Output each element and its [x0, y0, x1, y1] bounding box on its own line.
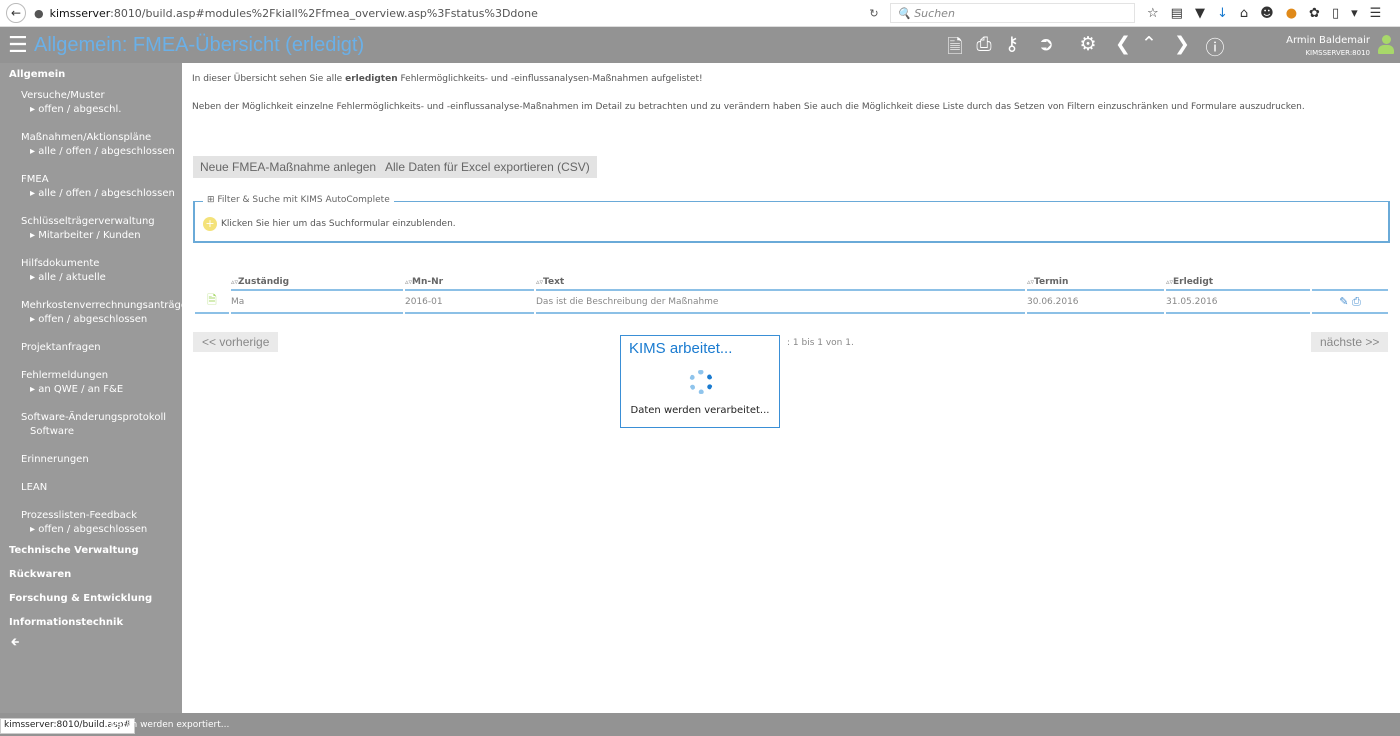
sidebar-group[interactable]: Technische Verwaltung — [0, 539, 182, 563]
clipboard-icon[interactable]: ▯ — [1332, 6, 1339, 21]
chevron-left-icon[interactable]: ❮ — [1110, 33, 1136, 65]
sidebar: Allgemein Versuche/Muster ▸ offen / abges… — [0, 63, 187, 713]
show-search-form-link[interactable]: + Klicken Sie hier um das Suchformular ei… — [203, 217, 456, 231]
sidebar-group-allgemein[interactable]: Allgemein — [0, 63, 182, 87]
user-info[interactable]: Armin Baldemair KIMSSERVER:8010 — [1286, 35, 1370, 59]
loading-dialog: KIMS arbeitet... Daten werden verarbeite… — [620, 335, 780, 428]
reload-button[interactable]: ↻ — [864, 7, 884, 20]
addon-icon[interactable]: ✿ — [1309, 6, 1320, 21]
edit-pencil-icon[interactable]: ✎ — [1339, 295, 1348, 308]
intro-text-2: Neben der Möglichkeit einzelne Fehlermög… — [192, 102, 1305, 112]
logout-icon[interactable]: ➲ — [1026, 33, 1066, 65]
col-header-termin[interactable]: ▵▿Termin — [1027, 275, 1164, 291]
browser-toolbar: ← ● kimsserver:8010/build.asp#modules%2Fk… — [0, 0, 1400, 27]
download-icon[interactable]: ↓ — [1217, 6, 1228, 21]
sidebar-group[interactable]: Informationstechnik — [0, 611, 182, 635]
sidebar-item[interactable]: Mehrkostenverrechnungsanträge ▸ offen / a… — [0, 299, 187, 327]
col-header-zustaendig[interactable]: ▵▿Zuständig — [231, 275, 403, 291]
print-icon[interactable]: ⎙ — [1352, 295, 1361, 308]
col-header-erledigt[interactable]: ▵▿Erledigt — [1166, 275, 1310, 291]
reading-list-icon[interactable]: ▤ — [1171, 6, 1183, 21]
sidebar-item[interactable]: FMEA ▸ alle / offen / abgeschlossen — [0, 173, 182, 201]
sidebar-item[interactable]: LEAN — [0, 481, 182, 495]
sidebar-item[interactable]: Hilfsdokumente ▸ alle / aktuelle — [0, 257, 182, 285]
print-icon[interactable]: ⎙ — [970, 33, 998, 65]
globe-icon: ● — [34, 6, 44, 20]
collapse-arrow-icon[interactable]: 🡰 — [0, 635, 182, 659]
pocket-icon[interactable]: ▼ — [1195, 6, 1205, 21]
filter-fieldset: ⊞ Filter & Suche mit KIMS AutoComplete +… — [193, 195, 1390, 243]
sidebar-item[interactable]: Schlüsselträgerverwaltung ▸ Mitarbeiter /… — [0, 215, 182, 243]
chevron-right-icon[interactable]: ❯ — [1162, 33, 1202, 65]
info-icon[interactable]: ⓘ — [1202, 33, 1228, 65]
url-bar[interactable]: ● kimsserver:8010/build.asp#modules%2Fkia… — [34, 7, 864, 20]
search-input[interactable]: 🔍 Suchen — [890, 3, 1135, 23]
sidebar-item[interactable]: Software-Änderungsprotokoll Software — [0, 411, 182, 439]
chat-icon[interactable]: ☻ — [1260, 6, 1274, 21]
extension-icon[interactable]: ● — [1286, 6, 1297, 21]
document-icon[interactable]: 🗎 — [940, 33, 970, 65]
export-csv-button[interactable]: Alle Daten für Excel exportieren (CSV) — [378, 156, 597, 178]
next-page-button[interactable]: nächste >> — [1311, 332, 1389, 352]
sidebar-group[interactable]: Forschung & Entwicklung — [0, 587, 182, 611]
home-icon[interactable]: ⌂ — [1240, 6, 1248, 21]
sidebar-item[interactable]: Fehlermeldungen ▸ an QWE / an F&E — [0, 369, 182, 397]
app-header: ☰ Allgemein: FMEA-Übersicht (erledigt) 🗎… — [0, 27, 1400, 63]
dialog-text: Daten werden verarbeitet... — [630, 405, 770, 416]
settings-gears-icon[interactable]: ⚙ — [1066, 33, 1110, 65]
pagination-info: : 1 bis 1 von 1. — [787, 338, 854, 348]
previous-page-button[interactable]: << vorherige — [193, 332, 279, 352]
col-header-text[interactable]: ▵▿Text — [536, 275, 1025, 291]
sidebar-item[interactable]: Prozesslisten-Feedback ▸ offen / abgeschl… — [0, 509, 182, 537]
menu-icon[interactable]: ☰ — [1370, 6, 1382, 21]
zoom-in-icon: + — [203, 217, 217, 231]
document-icon[interactable]: 🗎 — [195, 291, 229, 314]
fmea-table: ▵▿Zuständig ▵▿Mn-Nr ▵▿Text ▵▿Termin ▵▿Er… — [193, 275, 1390, 314]
sidebar-item[interactable]: Versuche/Muster ▸ offen / abgeschl. — [0, 89, 182, 117]
avatar-icon[interactable] — [1378, 35, 1394, 55]
bookmark-star-icon[interactable]: ☆ — [1147, 6, 1159, 21]
chevron-up-icon[interactable]: ⌃ — [1136, 33, 1162, 65]
sidebar-item[interactable]: Maßnahmen/Aktionspläne ▸ alle / offen / a… — [0, 131, 182, 159]
dropdown-icon[interactable]: ▾ — [1351, 6, 1358, 21]
sidebar-item[interactable]: Projektanfragen — [0, 341, 182, 355]
filter-toggle[interactable]: ⊞ Filter & Suche mit KIMS AutoComplete — [203, 195, 394, 205]
table-row[interactable]: 🗎 Ma 2016-01 Das ist die Beschreibung de… — [195, 291, 1388, 314]
hamburger-icon[interactable]: ☰ — [8, 33, 32, 58]
new-fmea-button[interactable]: Neue FMEA-Maßnahme anlegen — [193, 156, 384, 178]
sidebar-item[interactable]: Erinnerungen — [0, 453, 182, 467]
sidebar-group[interactable]: Rückwaren — [0, 563, 182, 587]
page-title: Allgemein: FMEA-Übersicht (erledigt) — [34, 33, 365, 56]
main-content: In dieser Übersicht sehen Sie alle erled… — [182, 63, 1400, 713]
back-button[interactable]: ← — [6, 3, 26, 23]
col-header-mn-nr[interactable]: ▵▿Mn-Nr — [405, 275, 534, 291]
spinner-icon — [689, 370, 713, 394]
status-message: Daten werden exportiert... — [110, 720, 230, 730]
intro-text: In dieser Übersicht sehen Sie alle erled… — [192, 74, 703, 84]
key-icon[interactable]: ⚷ — [998, 33, 1026, 65]
dialog-title: KIMS arbeitet... — [629, 340, 733, 357]
